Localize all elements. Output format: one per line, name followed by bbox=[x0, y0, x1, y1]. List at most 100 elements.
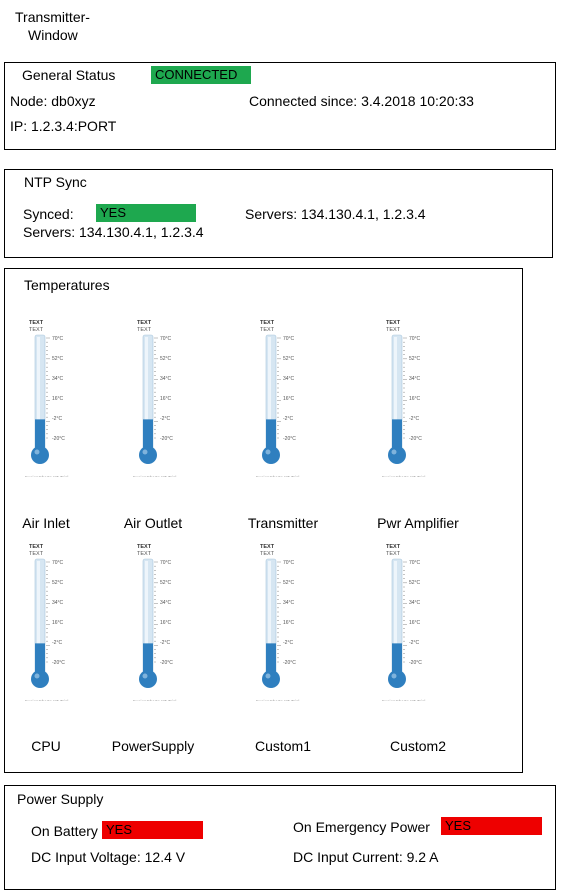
node-name: Node: db0xyz bbox=[10, 93, 96, 109]
scale-label: 34°C bbox=[409, 376, 421, 382]
window-title-line2: Window bbox=[28, 27, 78, 43]
scale-label: -20°C bbox=[283, 436, 296, 442]
scale-label: -2°C bbox=[409, 416, 419, 422]
connection-status-badge: CONNECTED bbox=[151, 66, 251, 84]
gauge-header: TEXT bbox=[260, 544, 275, 550]
gauge-subheader: TEXT bbox=[137, 327, 152, 333]
scale-label: -20°C bbox=[409, 660, 422, 666]
temperature-sensor-label: CPU bbox=[31, 738, 61, 754]
gauge-subheader: TEXT bbox=[29, 327, 44, 333]
scale-label: 52°C bbox=[52, 356, 64, 362]
scale-label: 34°C bbox=[160, 600, 172, 606]
bulb-highlight bbox=[142, 673, 148, 679]
general-status-panel: General Status CONNECTED Node: db0xyz Co… bbox=[4, 62, 556, 150]
scale-label: -20°C bbox=[160, 436, 173, 442]
scale-label: -2°C bbox=[283, 640, 293, 646]
scale-label: -2°C bbox=[160, 640, 170, 646]
bulb-highlight bbox=[265, 449, 271, 455]
on-emergency-label: On Emergency Power bbox=[293, 819, 430, 835]
scale-label: 16°C bbox=[160, 620, 172, 626]
thermometer-bulb bbox=[388, 670, 406, 688]
scale-label: 34°C bbox=[52, 376, 64, 382]
scale-label: 52°C bbox=[283, 580, 295, 586]
thermometer-gauge: TEXTTEXT 70°C 52°C 34°C 16°C -2°C -20°C FusionC… bbox=[25, 544, 68, 701]
gauge-header: TEXT bbox=[386, 544, 401, 550]
scale-label: 70°C bbox=[52, 560, 64, 566]
temperature-sensor-label: Custom2 bbox=[389, 738, 447, 754]
scale-label: 16°C bbox=[409, 620, 421, 626]
gauge-subheader: TEXT bbox=[260, 551, 275, 557]
thermometer-bulb bbox=[388, 446, 406, 464]
scale-label: 34°C bbox=[283, 376, 295, 382]
bulb-highlight bbox=[142, 449, 148, 455]
thermometer-gauge: TEXTTEXT 70°C 52°C 34°C 16°C -2°C -20°C FusionC… bbox=[382, 544, 425, 701]
thermometer-gauge: TEXTTEXT 70°C 52°C 34°C 16°C -2°C -20°C FusionC… bbox=[256, 544, 299, 701]
temperature-sensor-label: Air Outlet bbox=[123, 515, 183, 531]
thermometer-bulb bbox=[31, 446, 49, 464]
connected-since: Connected since: 3.4.2018 10:20:33 bbox=[249, 93, 474, 109]
scale-label: 16°C bbox=[283, 620, 295, 626]
scale-label: -20°C bbox=[52, 436, 65, 442]
bulb-highlight bbox=[391, 673, 397, 679]
thermometer-gauge: TEXTTEXT 70°C 52°C 34°C 16°C -2°C -20°C FusionC… bbox=[25, 320, 68, 477]
scale-label: -2°C bbox=[283, 416, 293, 422]
synced-label: Synced: bbox=[23, 206, 74, 222]
scale-label: 70°C bbox=[52, 336, 64, 342]
chart-watermark: FusionCharts XT Trial bbox=[382, 475, 425, 477]
thermometer-gauge: TEXTTEXT 70°C 52°C 34°C 16°C -2°C -20°C FusionC… bbox=[382, 320, 425, 477]
scale-label: 52°C bbox=[160, 580, 172, 586]
ntp-servers-right: Servers: 134.130.4.1, 1.2.3.4 bbox=[245, 206, 426, 222]
scale-label: 16°C bbox=[52, 396, 64, 402]
gauge-subheader: TEXT bbox=[260, 327, 275, 333]
general-status-title: General Status bbox=[22, 67, 116, 83]
temperature-sensor-label: Air Inlet bbox=[22, 515, 70, 531]
dc-input-current: DC Input Current: 9.2 A bbox=[293, 849, 439, 865]
gauge-header: TEXT bbox=[386, 320, 401, 326]
power-supply-title: Power Supply bbox=[17, 791, 104, 807]
scale-label: -20°C bbox=[283, 660, 296, 666]
scale-label: 16°C bbox=[52, 620, 64, 626]
temperature-sensor-label: Custom1 bbox=[254, 738, 312, 754]
scale-label: 70°C bbox=[283, 336, 295, 342]
thermometer-bulb bbox=[139, 670, 157, 688]
scale-label: -20°C bbox=[160, 660, 173, 666]
scale-label: 70°C bbox=[160, 336, 172, 342]
scale-label: -20°C bbox=[409, 436, 422, 442]
scale-label: 16°C bbox=[409, 396, 421, 402]
scale-label: 70°C bbox=[409, 336, 421, 342]
gauge-header: TEXT bbox=[137, 544, 152, 550]
scale-label: 70°C bbox=[160, 560, 172, 566]
chart-watermark: FusionCharts XT Trial bbox=[133, 475, 176, 477]
gauge-header: TEXT bbox=[29, 320, 44, 326]
scale-label: 34°C bbox=[283, 600, 295, 606]
chart-watermark: FusionCharts XT Trial bbox=[133, 699, 176, 701]
on-emergency-badge: YES bbox=[441, 817, 542, 835]
scale-label: 52°C bbox=[409, 356, 421, 362]
chart-watermark: FusionCharts XT Trial bbox=[382, 699, 425, 701]
ip-address: IP: 1.2.3.4:PORT bbox=[10, 118, 117, 134]
ntp-servers-left: Servers: 134.130.4.1, 1.2.3.4 bbox=[23, 224, 204, 240]
scale-label: -20°C bbox=[52, 660, 65, 666]
gauge-header: TEXT bbox=[137, 320, 152, 326]
thermometer-bulb bbox=[262, 670, 280, 688]
scale-label: 70°C bbox=[409, 560, 421, 566]
gauge-subheader: TEXT bbox=[137, 551, 152, 557]
scale-label: -2°C bbox=[409, 640, 419, 646]
bulb-highlight bbox=[391, 449, 397, 455]
scale-label: -2°C bbox=[52, 640, 62, 646]
bulb-highlight bbox=[265, 673, 271, 679]
scale-label: -2°C bbox=[160, 416, 170, 422]
power-supply-panel: Power Supply On Battery YES On Emergency… bbox=[4, 785, 556, 890]
bulb-highlight bbox=[34, 673, 40, 679]
gauge-subheader: TEXT bbox=[386, 551, 401, 557]
gauge-header: TEXT bbox=[260, 320, 275, 326]
temperature-sensor-label: Transmitter bbox=[247, 515, 319, 531]
chart-watermark: FusionCharts XT Trial bbox=[256, 699, 299, 701]
window-title-line1: Transmitter- bbox=[15, 9, 90, 25]
temperature-sensor-label: PowerSupply bbox=[111, 738, 195, 754]
chart-watermark: FusionCharts XT Trial bbox=[25, 699, 68, 701]
bulb-highlight bbox=[34, 449, 40, 455]
scale-label: 16°C bbox=[283, 396, 295, 402]
thermometer-bulb bbox=[262, 446, 280, 464]
on-battery-label: On Battery bbox=[31, 823, 98, 839]
